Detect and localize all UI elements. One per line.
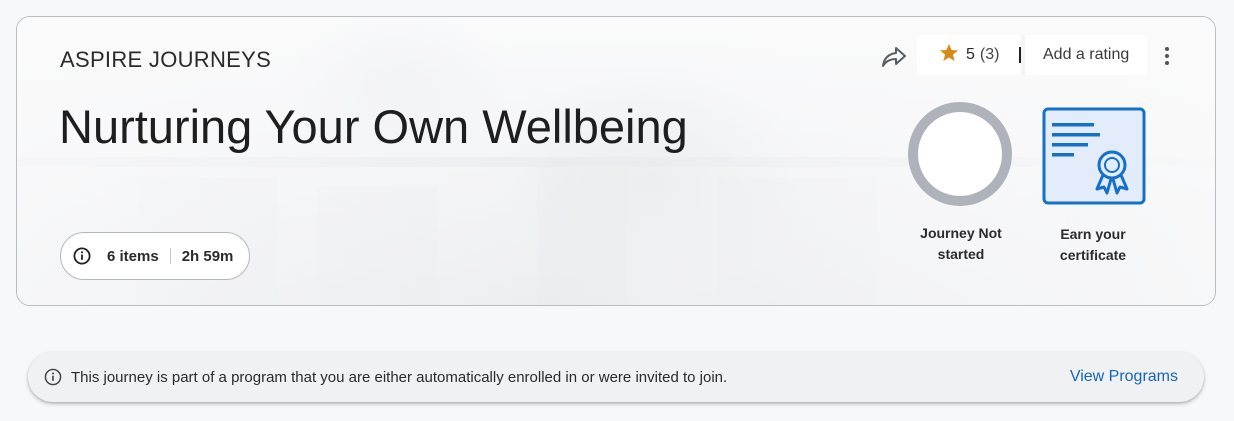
rating-count: (3) <box>979 46 1000 63</box>
certificate-label: Earn your certificate <box>1059 226 1127 263</box>
progress-track <box>908 102 1012 206</box>
add-rating-button[interactable]: Add a rating <box>1025 46 1129 64</box>
certificate-icon[interactable] <box>1042 107 1146 205</box>
journey-progress-ring <box>907 101 1013 207</box>
journey-title: Nurturing Your Own Wellbeing <box>59 100 688 153</box>
share-icon <box>881 46 907 73</box>
meta-divider <box>169 248 171 264</box>
journey-duration: 2h 59m <box>181 247 234 265</box>
program-notice-banner: This journey is part of a program that y… <box>28 352 1204 402</box>
more-vertical-icon <box>1165 47 1169 51</box>
rating-widget: 5 (3) Add a rating <box>917 35 1147 75</box>
info-icon <box>44 368 62 386</box>
current-rating: 5 (3) <box>917 35 1013 75</box>
rating-value: 5 <box>966 46 975 63</box>
program-notice-text: This journey is part of a program that y… <box>71 368 728 386</box>
star-icon <box>939 43 959 67</box>
journey-hero-card: ASPIRE JOURNEYS Nurturing Your Own Wellb… <box>16 16 1216 306</box>
journey-meta-pill[interactable]: 6 items 2h 59m <box>60 232 250 280</box>
journey-status-label: Journey Not started <box>920 225 1002 262</box>
journey-category-label: ASPIRE JOURNEYS <box>60 47 272 72</box>
share-button[interactable] <box>879 44 909 74</box>
info-icon <box>73 247 91 265</box>
view-programs-link[interactable]: View Programs <box>1070 368 1178 386</box>
more-options-button[interactable] <box>1159 41 1175 71</box>
item-count: 6 items <box>107 247 159 265</box>
